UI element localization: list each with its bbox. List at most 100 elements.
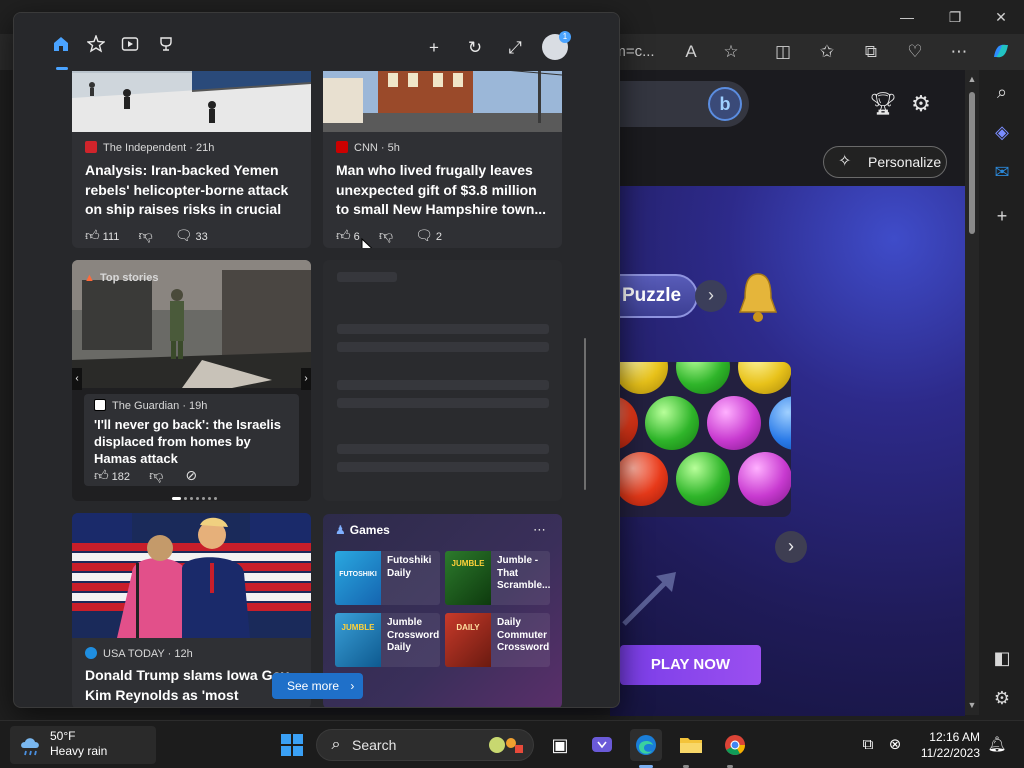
split-screen-icon[interactable]: ◫	[771, 40, 795, 64]
game-tile[interactable]: FUTOSHIKI Futoshiki Daily	[335, 551, 440, 605]
thumbnail-text: FUTOSHIKI	[339, 571, 377, 578]
games-more-options-icon[interactable]: ⋯	[533, 522, 546, 538]
taskbar-search-box[interactable]: ⌕ Search	[316, 729, 534, 761]
game-tile[interactable]: JUMBLE Jumble - That Scramble...	[445, 551, 550, 605]
jumble-crossword-thumbnail: JUMBLE	[335, 613, 381, 667]
weather-widget-button[interactable]: 50°F Heavy rain	[10, 726, 156, 764]
game-tile[interactable]: DAILY Daily Commuter Crossword	[445, 613, 550, 667]
thumbs-down-icon[interactable]: 👎︎	[149, 466, 163, 484]
search-icon[interactable]: ⌕	[990, 80, 1014, 104]
search-highlight-illustration-icon	[489, 737, 523, 753]
news-source: The Guardian · 19h	[94, 398, 207, 414]
outlook-icon[interactable]: ✉	[990, 160, 1014, 184]
close-button[interactable]: ✕	[991, 8, 1011, 26]
copilot-sidebar-icon[interactable]: ◈	[990, 120, 1014, 144]
personalize-label: Personalize	[868, 154, 942, 170]
teams-chat-button[interactable]	[586, 729, 618, 761]
file-explorer-button[interactable]	[675, 729, 707, 761]
game-name: Futoshiki Daily	[387, 555, 432, 579]
thumbs-up-icon[interactable]: 👍︎	[85, 226, 100, 244]
chevron-right-icon: ›	[350, 679, 355, 693]
game-name: Daily Commuter Crossword	[497, 617, 550, 653]
carousel-pagination[interactable]	[172, 490, 220, 501]
carousel-next-chevron-icon[interactable]: ›	[775, 531, 807, 563]
remote-desktop-icon[interactable]: ⧉	[858, 735, 878, 755]
rewards-trophy-icon[interactable]: 🏆︎	[869, 92, 897, 116]
add-sidebar-app-icon[interactable]: +	[990, 204, 1014, 228]
bubble-shooter-board[interactable]	[612, 362, 791, 517]
personalize-button[interactable]: ✧ Personalize	[823, 146, 947, 178]
source-name: CNN	[354, 142, 378, 154]
comment-icon[interactable]: 🗨︎	[175, 226, 193, 244]
usa-today-logo-icon	[85, 647, 97, 659]
game-tile[interactable]: JUMBLE Jumble Crossword Daily	[335, 613, 440, 667]
tab-watchlist[interactable]	[84, 33, 108, 59]
page-scrollbar[interactable]: ▲ ▼	[965, 70, 979, 715]
edge-taskbar-button[interactable]	[630, 729, 662, 761]
weather-temperature: 50°F	[50, 729, 76, 743]
thumbs-down-icon[interactable]: 👎︎	[379, 226, 393, 244]
bubble	[676, 452, 730, 506]
story-caption-box[interactable]: The Guardian · 19h 'I'll never go back':…	[84, 394, 299, 486]
puzzle-pill[interactable]: Puzzle	[612, 274, 698, 318]
news-headline[interactable]: 'I'll never go back': the Israelis displ…	[94, 416, 294, 467]
news-card[interactable]: CNN · 5h Man who lived frugally leaves u…	[323, 43, 562, 248]
bubble	[645, 396, 699, 450]
notification-bell-icon[interactable]: 🔔︎	[987, 735, 1007, 755]
tab-video[interactable]	[118, 35, 142, 59]
futoshiki-thumbnail: FUTOSHIKI	[335, 551, 381, 605]
task-view-button[interactable]: ▣	[544, 729, 576, 761]
expand-icon[interactable]: ⤢	[504, 37, 526, 59]
skeleton-line	[337, 398, 549, 408]
sidebar-settings-icon[interactable]: ⚙	[990, 686, 1014, 710]
news-card[interactable]: The Independent · 21h Analysis: Iran-bac…	[72, 43, 311, 248]
thumbnail-text: JUMBLE	[341, 623, 375, 632]
more-menu-icon[interactable]: ⋯	[947, 40, 971, 64]
news-source: The Independent · 21h	[85, 140, 214, 156]
news-headline[interactable]: Man who lived frugally leaves unexpected…	[336, 161, 551, 221]
profile-avatar[interactable]: 1	[542, 31, 571, 60]
hide-sidebar-icon[interactable]: ◧	[990, 646, 1014, 670]
thumbs-up-icon[interactable]: 👍︎	[94, 466, 109, 484]
jumble-thumbnail: JUMBLE	[445, 551, 491, 605]
scroll-up-arrow-icon[interactable]: ▲	[965, 72, 979, 86]
add-widget-icon[interactable]: +	[423, 37, 445, 59]
restore-button[interactable]: ❐	[945, 8, 965, 26]
see-more-button[interactable]: See more ›	[272, 673, 363, 699]
read-aloud-icon[interactable]: A	[679, 40, 703, 64]
comment-icon[interactable]: 🗨︎	[415, 226, 433, 244]
tab-sports[interactable]	[154, 35, 178, 59]
chrome-button[interactable]	[719, 729, 751, 761]
skeleton-line	[337, 462, 549, 472]
favorites-icon[interactable]: ✩	[815, 40, 839, 64]
widgets-toolbar: + ↻ ⤢ 1	[14, 13, 619, 71]
news-headline[interactable]: Analysis: Iran-backed Yemen rebels' heli…	[85, 161, 300, 221]
scroll-down-arrow-icon[interactable]: ▼	[965, 698, 979, 712]
bing-chat-icon[interactable]: b	[708, 87, 742, 121]
tab-home[interactable]	[49, 35, 73, 59]
active-tab-indicator	[56, 67, 68, 70]
play-now-button[interactable]: PLAY NOW	[620, 645, 761, 685]
pill-next-chevron-icon[interactable]: ›	[695, 280, 727, 312]
comments-disabled-icon[interactable]: ⊘	[185, 466, 197, 484]
clock[interactable]: 12:16 AM 11/22/2023	[918, 729, 980, 761]
news-source: USA TODAY · 12h	[85, 646, 193, 662]
source-age: 12h	[174, 648, 193, 660]
network-off-icon[interactable]: ⊗	[885, 735, 905, 755]
collections-icon[interactable]: ⧉	[859, 40, 883, 64]
start-button[interactable]	[276, 729, 308, 761]
minimize-button[interactable]: —	[897, 8, 917, 26]
carousel-next-icon[interactable]: ›	[301, 368, 311, 390]
settings-gear-icon[interactable]: ⚙	[909, 92, 933, 116]
scrollbar-thumb[interactable]	[969, 92, 975, 234]
news-headline[interactable]: Donald Trump slams Iowa Gov. Kim Reynold…	[85, 666, 300, 706]
refresh-icon[interactable]: ↻	[464, 37, 486, 59]
copilot-icon[interactable]	[989, 40, 1013, 64]
thumbs-down-icon[interactable]: 👎︎	[138, 226, 152, 244]
widgets-scrollbar[interactable]	[584, 338, 586, 490]
browser-essentials-icon[interactable]: ♡	[903, 40, 927, 64]
top-stories-carousel[interactable]: ▲ Top stories ‹ › The Guardian · 19h 'I'l…	[72, 260, 311, 501]
carousel-prev-icon[interactable]: ‹	[72, 368, 82, 390]
thumbs-up-icon[interactable]: 👍︎	[336, 226, 351, 244]
favorite-star-icon[interactable]: ☆	[719, 40, 743, 64]
